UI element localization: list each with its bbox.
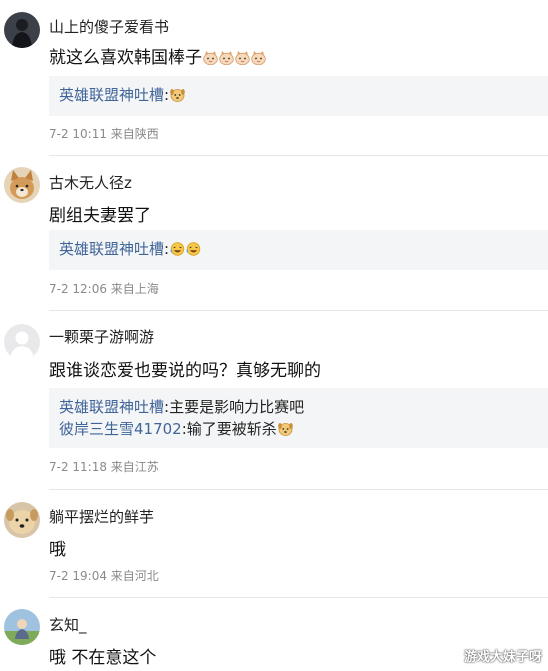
avatar[interactable] bbox=[4, 12, 40, 48]
cat-face-emoji bbox=[219, 50, 234, 66]
reply-line: 英雄联盟神吐槽: bbox=[59, 84, 538, 106]
comment-meta: 7-2 11:18 来自江苏 bbox=[49, 460, 159, 474]
divider bbox=[49, 155, 548, 156]
comment-content: 就这么喜欢韩国棒子 bbox=[49, 43, 266, 68]
reply-colon: : bbox=[164, 240, 170, 258]
reply-line: 英雄联盟神吐槽:主要是影响力比赛吧 bbox=[59, 396, 538, 418]
comment-content: 哦 不在意这个 bbox=[49, 643, 156, 668]
reply-username[interactable]: 英雄联盟神吐槽 bbox=[59, 398, 164, 416]
comment-username[interactable]: 古木无人径z bbox=[49, 172, 132, 193]
comment-username[interactable]: 玄知_ bbox=[49, 614, 87, 635]
comment-text: 就这么喜欢韩国棒子 bbox=[49, 48, 202, 68]
divider bbox=[49, 597, 548, 598]
comment-meta: 7-2 12:06 来自上海 bbox=[49, 282, 159, 296]
reply-text: 输了要被斩杀 bbox=[186, 420, 277, 438]
dog-face-emoji bbox=[277, 420, 293, 436]
divider bbox=[49, 310, 548, 311]
reply-username[interactable]: 英雄联盟神吐槽 bbox=[59, 240, 164, 258]
comment-content: 剧组夫妻罢了 bbox=[49, 201, 151, 226]
cat-face-emoji bbox=[235, 50, 250, 66]
comment-username[interactable]: 山上的傻子爱看书 bbox=[49, 16, 169, 37]
reply-box: 英雄联盟神吐槽: bbox=[49, 76, 548, 116]
reply-box: 英雄联盟神吐槽:主要是影响力比赛吧 彼岸三生雪41702:输了要被斩杀 bbox=[49, 388, 548, 448]
dog-face-emoji bbox=[170, 86, 185, 102]
comment-username[interactable]: 一颗栗子游啊游 bbox=[49, 326, 154, 347]
reply-colon: : bbox=[164, 86, 170, 104]
reply-username[interactable]: 英雄联盟神吐槽 bbox=[59, 86, 164, 104]
watermark: 游戏大妹子呀 bbox=[463, 650, 542, 665]
reply-text: 主要是影响力比赛吧 bbox=[169, 398, 305, 416]
reply-line: 彼岸三生雪41702:输了要被斩杀 bbox=[59, 418, 538, 440]
avatar[interactable] bbox=[4, 502, 40, 538]
comment-meta: 7-2 19:04 来自河北 bbox=[49, 569, 159, 583]
avatar[interactable] bbox=[4, 609, 40, 645]
cat-face-emoji bbox=[251, 50, 266, 66]
cat-face-emoji bbox=[203, 50, 218, 66]
comment-content: 哦 bbox=[49, 535, 66, 560]
reply-box: 英雄联盟神吐槽: bbox=[49, 230, 548, 270]
laughing-face-emoji bbox=[186, 240, 201, 256]
comment-text: 跟谁谈恋爱也要说的吗？真够无聊的 bbox=[49, 361, 321, 381]
reply-line: 英雄联盟神吐槽: bbox=[59, 238, 538, 260]
comment-meta: 7-2 10:11 来自陕西 bbox=[49, 127, 159, 141]
laughing-face-emoji bbox=[170, 240, 185, 256]
comment-text: 哦 bbox=[49, 540, 66, 560]
avatar[interactable] bbox=[4, 167, 40, 203]
divider bbox=[49, 489, 548, 490]
comment-username[interactable]: 躺平摆烂的鲜芋 bbox=[49, 506, 154, 527]
comment-content: 跟谁谈恋爱也要说的吗？真够无聊的 bbox=[49, 356, 321, 381]
comment-text: 剧组夫妻罢了 bbox=[49, 206, 151, 226]
reply-username[interactable]: 彼岸三生雪41702 bbox=[59, 420, 182, 438]
comment-text: 哦 不在意这个 bbox=[49, 648, 157, 668]
avatar[interactable] bbox=[4, 324, 40, 360]
